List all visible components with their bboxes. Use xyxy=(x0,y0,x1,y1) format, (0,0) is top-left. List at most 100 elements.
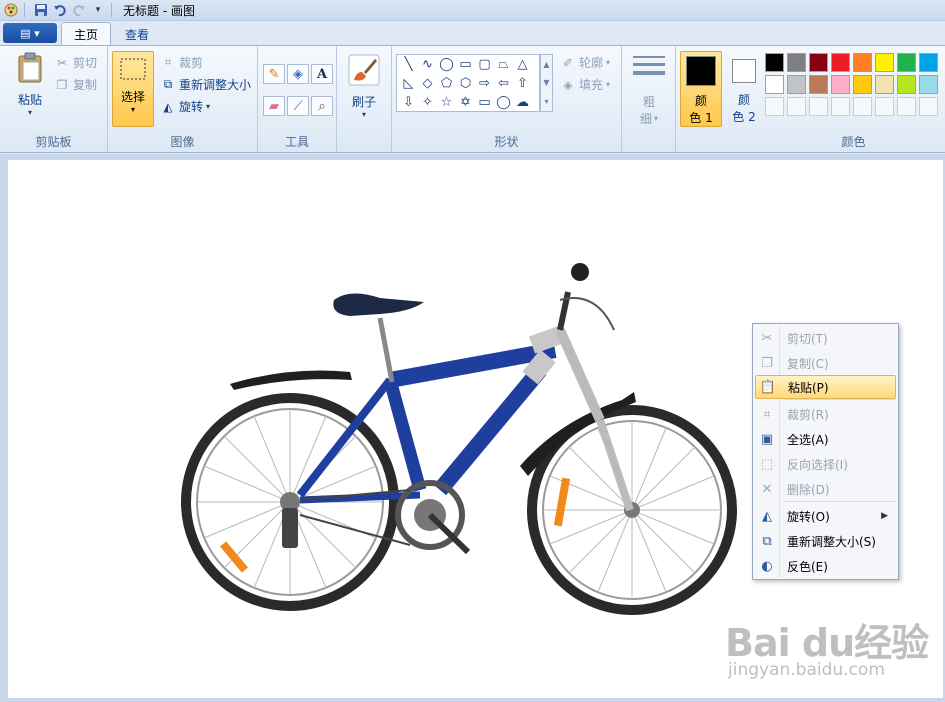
paint-menu-button[interactable]: ▤ ▾ xyxy=(3,23,57,43)
rounded-rectangle-shape[interactable]: ▢ xyxy=(475,55,494,74)
cloud-callout-shape[interactable]: ☁ xyxy=(513,93,532,112)
four-point-star-icon: ✧ xyxy=(422,95,433,110)
eraser-icon: ▰ xyxy=(269,98,279,114)
context-menu-item-label: 重新调整大小(S) xyxy=(787,534,876,549)
polygon-shape[interactable]: ⏢ xyxy=(494,55,513,74)
delete-icon: ✕ xyxy=(761,481,773,497)
crop-button[interactable]: ⌗ 裁剪 xyxy=(160,54,203,71)
context-menu-item-label: 旋转(O) xyxy=(787,509,830,524)
selection-rect-icon xyxy=(119,57,147,84)
pencil-tool[interactable]: ✎ xyxy=(263,64,285,84)
oval-callout-shape[interactable]: ◯ xyxy=(494,93,513,112)
tab-view[interactable]: 查看 xyxy=(113,22,161,46)
title-bar: ▾ 无标题 - 画图 xyxy=(0,0,945,21)
line-width-icon xyxy=(632,54,666,85)
triangle-icon: △ xyxy=(517,57,528,72)
context-menu-separator xyxy=(783,399,896,400)
down-arrow-icon: ⇩ xyxy=(403,95,414,110)
crop-label: 裁剪 xyxy=(179,56,204,70)
six-point-star-shape[interactable]: ✡ xyxy=(456,93,475,112)
rounded-rectangle-icon: ▢ xyxy=(478,57,491,72)
fill-tool[interactable]: ◈ xyxy=(287,64,309,84)
copy-label: 复制 xyxy=(73,78,98,92)
right-triangle-shape[interactable]: ◺ xyxy=(399,74,418,93)
paint-app-icon[interactable] xyxy=(3,2,19,18)
rectangle-icon: ▭ xyxy=(459,57,472,72)
context-menu-item-label: 裁剪(R) xyxy=(787,407,829,422)
customize-quick-access-icon[interactable]: ▾ xyxy=(90,2,106,18)
hexagon-icon: ⬡ xyxy=(459,76,472,91)
context-menu-item[interactable]: ▣ 全选(A) xyxy=(755,427,896,451)
triangle-shape[interactable]: △ xyxy=(513,55,532,74)
crop-icon: ⌗ xyxy=(763,406,771,422)
save-icon[interactable] xyxy=(33,2,49,18)
curve-shape[interactable]: ∿ xyxy=(418,55,437,74)
context-menu-item[interactable]: ⌗ 裁剪(R) xyxy=(755,402,896,426)
size-label-2: 细 xyxy=(639,112,652,126)
left-arrow-shape[interactable]: ⇦ xyxy=(494,74,513,93)
color1-label-2: 色 1 xyxy=(689,111,713,125)
oval-shape[interactable]: ◯ xyxy=(437,55,456,74)
rotate-button[interactable]: ◭ 旋转 ▾ xyxy=(160,98,210,115)
four-point-star-shape[interactable]: ✧ xyxy=(418,93,437,112)
right-arrow-shape[interactable]: ⇨ xyxy=(475,74,494,93)
rect-callout-shape[interactable]: ▭ xyxy=(475,93,494,112)
context-menu-item-label: 全选(A) xyxy=(787,432,829,447)
right-arrow-icon: ⇨ xyxy=(479,76,490,91)
context-menu-item[interactable]: ✂ 剪切(T) xyxy=(755,326,896,350)
context-menu-item[interactable]: ◐ 反色(E) xyxy=(755,554,896,578)
clipboard-group-label: 剪贴板 xyxy=(35,135,72,149)
resize-button[interactable]: ⧉ 重新调整大小 xyxy=(160,76,251,93)
undo-icon[interactable] xyxy=(52,2,68,18)
color1-label-1: 颜 xyxy=(694,94,707,108)
context-menu-item[interactable]: ✕ 删除(D) xyxy=(755,477,896,501)
five-point-star-shape[interactable]: ☆ xyxy=(437,93,456,112)
size-button[interactable]: 粗 细 ▾ xyxy=(630,54,668,127)
brushes-button[interactable]: 刷子 ▾ xyxy=(345,54,383,119)
hexagon-shape[interactable]: ⬡ xyxy=(456,74,475,93)
context-menu-item[interactable]: ⬚ 反向选择(I) xyxy=(755,452,896,476)
magnifier-tool[interactable]: ⌕ xyxy=(311,96,333,116)
oval-icon: ◯ xyxy=(439,57,454,72)
context-menu-separator xyxy=(783,501,896,502)
redo-icon[interactable] xyxy=(71,2,87,18)
outline-button[interactable]: ✐ 轮廓 ▾ xyxy=(560,54,610,71)
down-arrow-shape[interactable]: ⇩ xyxy=(399,93,418,112)
rectangle-shape[interactable]: ▭ xyxy=(456,55,475,74)
select-button[interactable]: 选择 ▾ xyxy=(112,51,154,127)
paste-button[interactable]: 粘贴 ▾ xyxy=(12,52,48,117)
image-group: 选择 ▾ ⌗ 裁剪 ⧉ 重新调整大小 ◭ 旋转 ▾ 图像 xyxy=(108,46,258,152)
tab-home[interactable]: 主页 xyxy=(61,22,112,46)
color2-button[interactable]: 颜 色 2 xyxy=(726,51,762,127)
up-arrow-shape[interactable]: ⇧ xyxy=(513,74,532,93)
context-menu-item[interactable]: 📋 粘贴(P) xyxy=(755,375,896,399)
shapes-gallery-scroller[interactable]: ▲ ▼ ▾ xyxy=(540,54,553,112)
fill-button[interactable]: ◈ 填充 ▾ xyxy=(560,76,610,93)
copy-icon: ❐ xyxy=(761,355,773,371)
pentagon-shape[interactable]: ⬠ xyxy=(437,74,456,93)
line-icon: ╲ xyxy=(404,57,413,72)
resize-icon: ⧉ xyxy=(762,533,772,549)
scroll-down-icon[interactable]: ▼ xyxy=(543,78,549,87)
context-menu-item[interactable]: ◭ 旋转(O) ▶ xyxy=(755,504,896,528)
rotate-icon: ◭ xyxy=(163,99,173,114)
diamond-shape[interactable]: ◇ xyxy=(418,74,437,93)
line-shape[interactable]: ╲ xyxy=(399,55,418,74)
color1-button[interactable]: 颜 色 1 xyxy=(680,51,722,127)
paste-dropdown-icon: ▾ xyxy=(27,108,32,117)
cut-button[interactable]: ✂ 剪切 xyxy=(54,54,97,71)
context-menu-item[interactable]: ⧉ 重新调整大小(S) xyxy=(755,529,896,553)
copy-button[interactable]: ❐ 复制 xyxy=(54,76,97,93)
eraser-tool[interactable]: ▰ xyxy=(263,96,285,116)
color-picker-tool[interactable]: ⟋ xyxy=(287,96,309,116)
color2-swatch xyxy=(732,59,756,83)
context-menu-item[interactable]: ❐ 复制(C) xyxy=(755,351,896,375)
scissors-icon: ✂ xyxy=(761,330,773,346)
scroll-up-icon[interactable]: ▲ xyxy=(543,60,549,69)
oval-callout-icon: ◯ xyxy=(496,95,511,110)
cut-label: 剪切 xyxy=(73,56,98,70)
text-tool[interactable]: A xyxy=(311,64,333,84)
gallery-expand-icon[interactable]: ▾ xyxy=(544,97,548,106)
select-dropdown-icon: ▾ xyxy=(130,105,135,114)
eyedropper-icon: ⟋ xyxy=(293,98,303,114)
